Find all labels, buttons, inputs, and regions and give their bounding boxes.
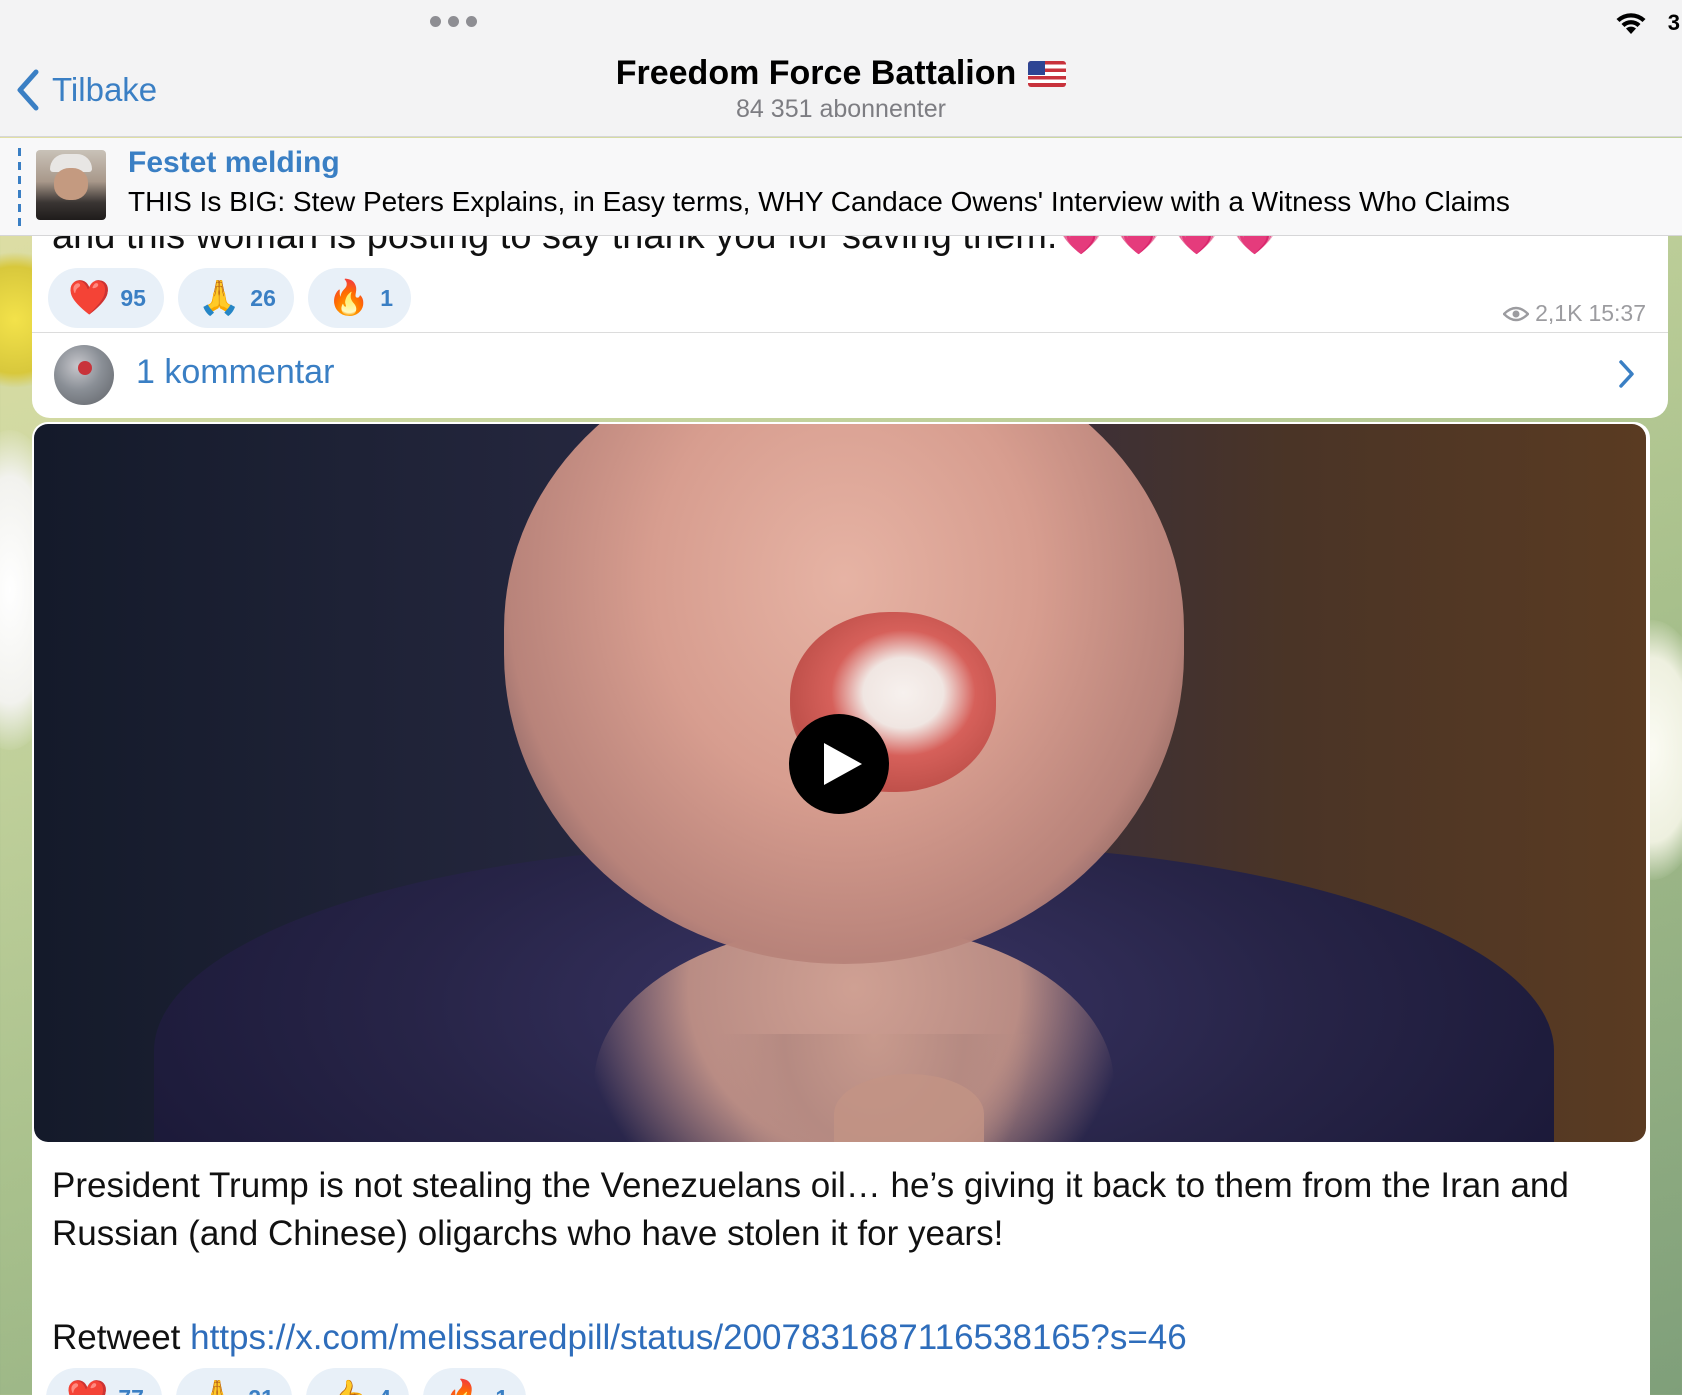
play-button[interactable] (789, 714, 889, 814)
chevron-right-icon (1619, 360, 1634, 388)
pray-icon: 🙏 (197, 279, 241, 317)
reaction-fire[interactable]: 🔥 1 (423, 1368, 527, 1395)
retweet-link[interactable]: https://x.com/melissaredpill/status/2007… (190, 1318, 1187, 1357)
status-bar: 3 (0, 0, 1682, 44)
reaction-count: 1 (380, 284, 394, 311)
battery-level: 3 (1667, 10, 1680, 35)
comments-label: 1 kommentar (136, 353, 335, 391)
retweet-label: Retweet (52, 1318, 181, 1357)
pinned-indicator (18, 148, 21, 228)
reaction-fire[interactable]: 🔥 1 (307, 268, 412, 328)
heart-icon: ❤️ (66, 1381, 108, 1395)
reaction-heart[interactable]: ❤️ 77 (46, 1368, 162, 1395)
eye-icon (1503, 306, 1530, 321)
message-bubble: President Trump is not stealing the Vene… (32, 422, 1650, 1395)
reaction-pray[interactable]: 🙏 26 (177, 268, 294, 328)
fire-icon: 🔥 (443, 1381, 485, 1395)
reaction-count: 4 (378, 1385, 391, 1395)
pinned-message[interactable]: Festet melding THIS Is BIG: Stew Peters … (0, 138, 1682, 236)
subscriber-count: 84 351 abonnenter (736, 95, 946, 123)
view-count: 2,1K (1535, 300, 1583, 326)
reactions-row: ❤️ 77 🙏 21 👍 4 🔥 1 (46, 1368, 527, 1395)
channel-header[interactable]: Freedom Force Battalion 84 351 abonnente… (0, 54, 1682, 124)
message-text: President Trump is not stealing the Vene… (52, 1166, 1569, 1253)
heart-icon: ❤️ (68, 279, 111, 317)
comments-button[interactable]: 1 kommentar (32, 333, 1668, 418)
channel-title: Freedom Force Battalion (615, 54, 1017, 92)
pinned-text: THIS Is BIG: Stew Peters Explains, in Ea… (128, 186, 1510, 217)
multitasking-dots-icon[interactable] (430, 16, 477, 27)
reaction-count: 95 (120, 284, 146, 311)
thumbs-up-icon: 👍 (326, 1381, 368, 1395)
nav-bar: Tilbake Freedom Force Battalion 84 351 a… (0, 44, 1682, 137)
wifi-icon (1616, 13, 1646, 34)
reaction-count: 77 (118, 1385, 144, 1395)
reaction-thumbs-up[interactable]: 👍 4 (305, 1368, 410, 1395)
reaction-count: 21 (248, 1385, 274, 1395)
pinned-thumbnail (36, 150, 106, 220)
reaction-count: 1 (495, 1385, 508, 1395)
reaction-count: 26 (250, 284, 276, 311)
message-time: 15:37 (1588, 300, 1646, 326)
retweet-line: Retweet https://x.com/melissaredpill/sta… (52, 1318, 1187, 1358)
play-icon (824, 743, 862, 785)
reaction-heart[interactable]: ❤️ 95 (48, 268, 164, 328)
message-meta: 2,1K 15:37 (1503, 300, 1646, 327)
pinned-label: Festet melding (128, 146, 340, 179)
video-preview[interactable] (34, 424, 1646, 1142)
reactions-row: ❤️ 95 🙏 26 🔥 1 (48, 268, 412, 328)
avatar (54, 345, 114, 405)
us-flag-icon (1028, 60, 1067, 87)
reaction-pray[interactable]: 🙏 21 (175, 1368, 292, 1395)
pray-icon: 🙏 (196, 1381, 238, 1395)
fire-icon: 🔥 (327, 279, 371, 317)
